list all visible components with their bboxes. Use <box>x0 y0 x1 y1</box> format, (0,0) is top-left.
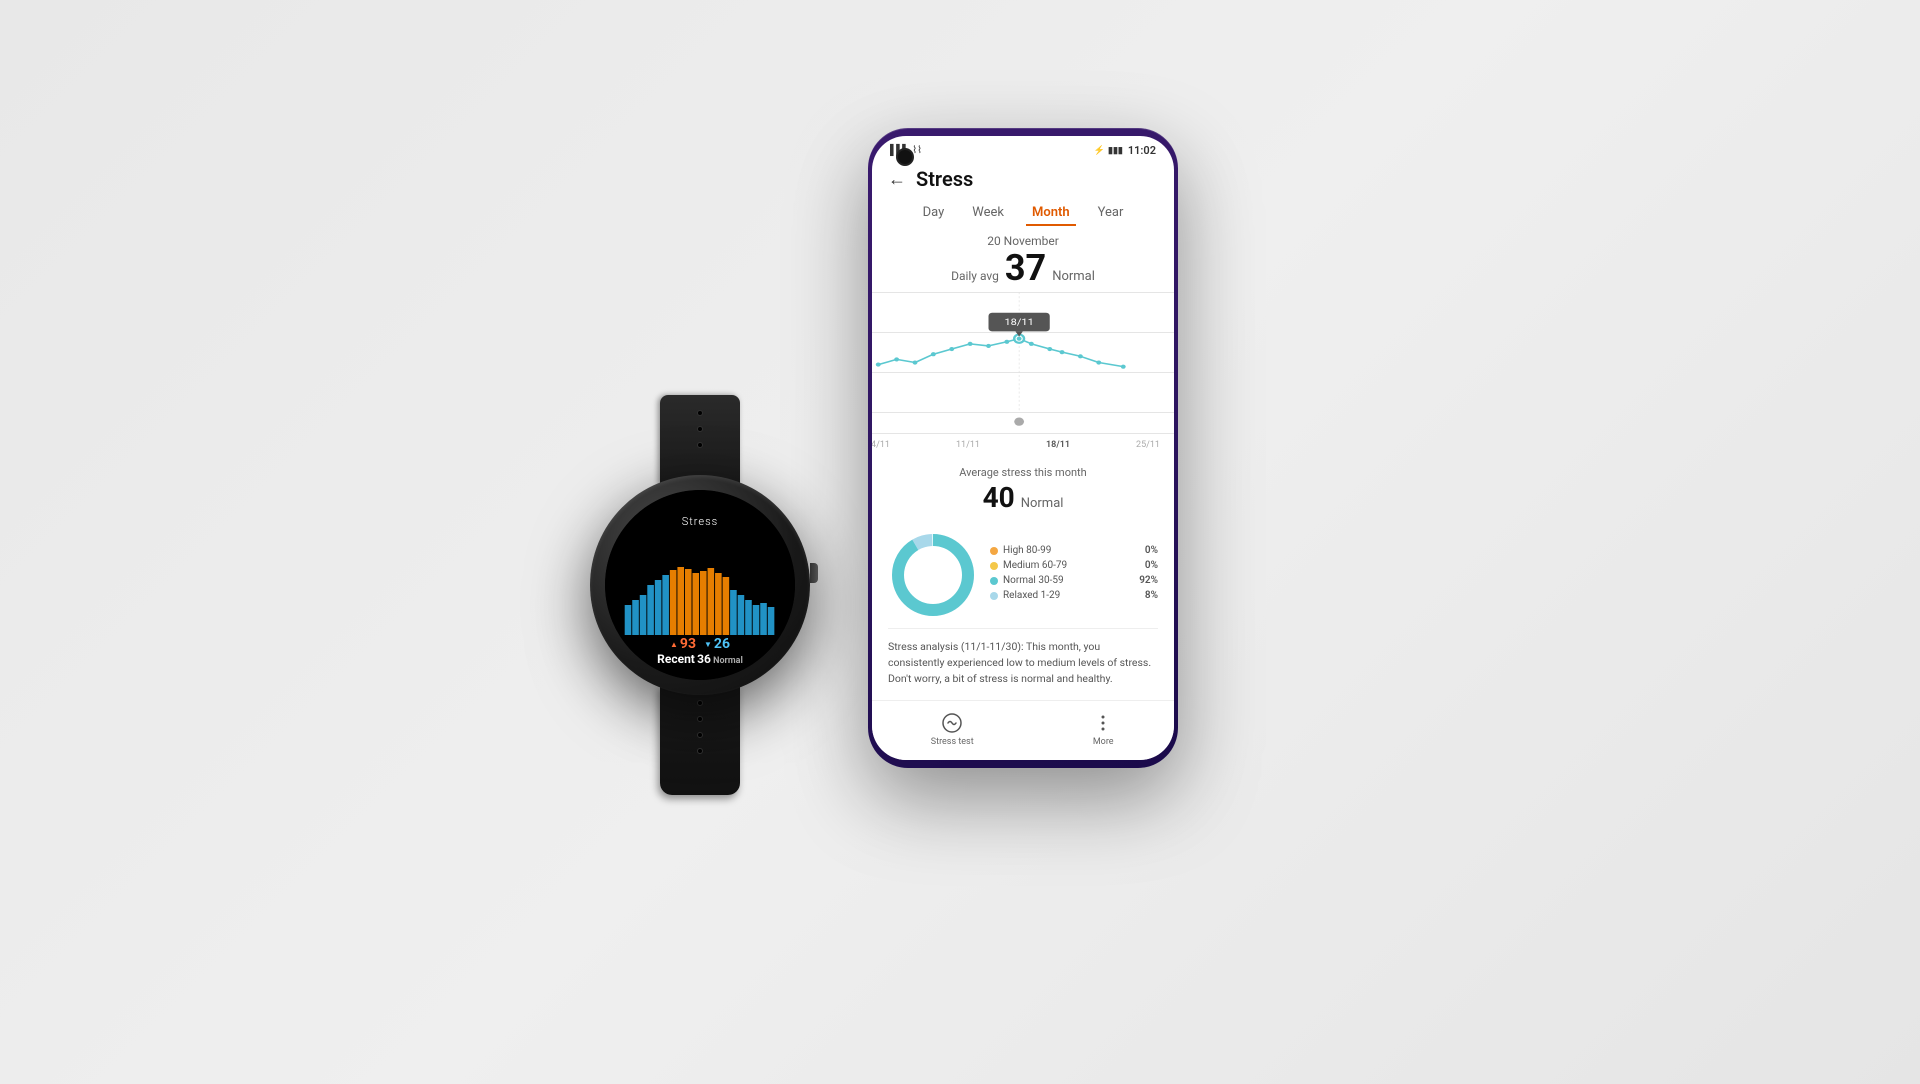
grid-line-bottom <box>872 433 1174 434</box>
watch-crown <box>810 563 818 583</box>
tab-day[interactable]: Day <box>917 201 951 226</box>
date-section: 20 November Daily avg 37 Normal <box>888 234 1158 286</box>
watch-outer-ring: Stress <box>590 475 810 695</box>
battery-icon: ▮▮▮ <box>1108 146 1123 156</box>
strap-bottom <box>660 685 740 795</box>
analysis-text: Stress analysis (11/1-11/30): This month… <box>888 639 1158 686</box>
bottom-nav: Stress test More <box>872 700 1174 760</box>
tabs-row: Day Week Month Year <box>888 201 1158 226</box>
chart-section: 99 79 59 29 0 <box>872 292 1174 452</box>
chart-x-labels: 04/11 11/11 18/11 25/11 <box>872 440 1160 450</box>
avg-number: 40 <box>983 481 1015 514</box>
watch-stat-low: ▼ 26 <box>704 636 730 652</box>
watch-chart <box>620 565 780 635</box>
watch-stat-high: ▲ 93 <box>670 636 696 652</box>
strap-hole <box>697 716 703 722</box>
nav-stress-test[interactable]: Stress test <box>931 711 974 747</box>
watch-body: Stress <box>590 475 810 695</box>
watch-recent-value: Recent 36 Normal <box>657 652 743 666</box>
x-label-2511: 25/11 <box>1136 440 1160 450</box>
legend-pct-high: 0% <box>1145 545 1158 556</box>
legend-dot-medium <box>990 562 998 570</box>
x-label-1811: 18/11 <box>1046 440 1070 450</box>
watch-screen-inner: Stress <box>605 490 795 680</box>
nav-more[interactable]: More <box>1091 711 1115 747</box>
daily-avg-row: Daily avg 37 Normal <box>888 250 1158 286</box>
daily-avg-status: Normal <box>1052 269 1095 284</box>
strap-hole <box>697 410 703 416</box>
phone-outer-shell: ▌▌▌ ⌇⌇ ⚡ ▮▮▮ 11:02 ← Stress Day <box>868 128 1178 768</box>
camera-hole <box>896 148 914 166</box>
strap-hole <box>697 442 703 448</box>
more-icon <box>1091 711 1115 735</box>
phone-screen: ▌▌▌ ⌇⌇ ⚡ ▮▮▮ 11:02 ← Stress Day <box>872 136 1174 760</box>
daily-avg-label: Daily avg <box>951 269 999 283</box>
strap-top <box>660 395 740 485</box>
nav-stress-test-label: Stress test <box>931 737 974 747</box>
legend-pct-medium: 0% <box>1145 560 1158 571</box>
legend-label-relaxed: Relaxed 1-29 <box>1003 590 1060 601</box>
strap-hole <box>697 748 703 754</box>
legend-dot-high <box>990 547 998 555</box>
legend-item-high: High 80-99 0% <box>990 545 1158 556</box>
phone-device: ▌▌▌ ⌇⌇ ⚡ ▮▮▮ 11:02 ← Stress Day <box>868 128 1178 768</box>
nav-more-label: More <box>1093 737 1114 747</box>
avg-status: Normal <box>1021 496 1064 511</box>
tab-month[interactable]: Month <box>1026 201 1076 226</box>
tab-year[interactable]: Year <box>1092 201 1130 226</box>
strap-hole <box>697 700 703 706</box>
daily-avg-number: 37 <box>1005 250 1046 286</box>
status-right: ⚡ ▮▮▮ 11:02 <box>1094 144 1156 157</box>
avg-stress-wrapper: Average stress this month 40 Normal <box>872 458 1174 705</box>
strap-hole <box>697 732 703 738</box>
status-bar: ▌▌▌ ⌇⌇ ⚡ ▮▮▮ 11:02 <box>872 136 1174 161</box>
legend-item-normal: Normal 30-59 92% <box>990 575 1158 586</box>
legend-item-medium: Medium 60-79 0% <box>990 560 1158 571</box>
tab-week[interactable]: Week <box>966 201 1010 226</box>
analysis-section: Stress analysis (11/1-11/30): This month… <box>888 628 1158 696</box>
avg-stress-value: 40 Normal <box>888 481 1158 514</box>
watch-stats: ▲ 93 ▼ 26 <box>670 636 730 652</box>
x-label-1111: 11/11 <box>956 440 980 450</box>
watch-device: Stress <box>540 390 860 780</box>
avg-stress-label: Average stress this month <box>888 466 1158 479</box>
clock-display: 11:02 <box>1128 144 1156 157</box>
donut-section: High 80-99 0% Medium 60-79 0% <box>888 522 1158 628</box>
bluetooth-icon: ⚡ <box>1094 146 1105 156</box>
legend-label-high: High 80-99 <box>1003 545 1051 556</box>
legend-label-normal: Normal 30-59 <box>1003 575 1064 586</box>
legend-dot-relaxed <box>990 592 998 600</box>
header-row: ← Stress <box>888 161 1158 201</box>
avg-stress-section: Average stress this month 40 Normal <box>888 458 1158 705</box>
donut-chart <box>888 530 978 620</box>
stress-test-icon <box>940 711 964 735</box>
back-button[interactable]: ← <box>888 169 906 190</box>
legend-item-relaxed: Relaxed 1-29 8% <box>990 590 1158 601</box>
page-title: Stress <box>916 167 973 191</box>
app-content: ← Stress Day Week Month Year 20 November… <box>872 161 1174 286</box>
date-label: 20 November <box>888 234 1158 248</box>
legend-list: High 80-99 0% Medium 60-79 0% <box>990 545 1158 605</box>
strap-hole <box>697 426 703 432</box>
chart-svg-container: 18/11 <box>872 292 1160 432</box>
x-label-0411: 04/11 <box>872 440 890 450</box>
watch-title: Stress <box>682 515 719 528</box>
legend-label-medium: Medium 60-79 <box>1003 560 1067 571</box>
legend-dot-normal <box>990 577 998 585</box>
watch-screen: Stress <box>605 490 795 680</box>
svg-text:18/11: 18/11 <box>1004 318 1033 328</box>
legend-pct-relaxed: 8% <box>1145 590 1158 601</box>
legend-pct-normal: 92% <box>1139 575 1158 586</box>
